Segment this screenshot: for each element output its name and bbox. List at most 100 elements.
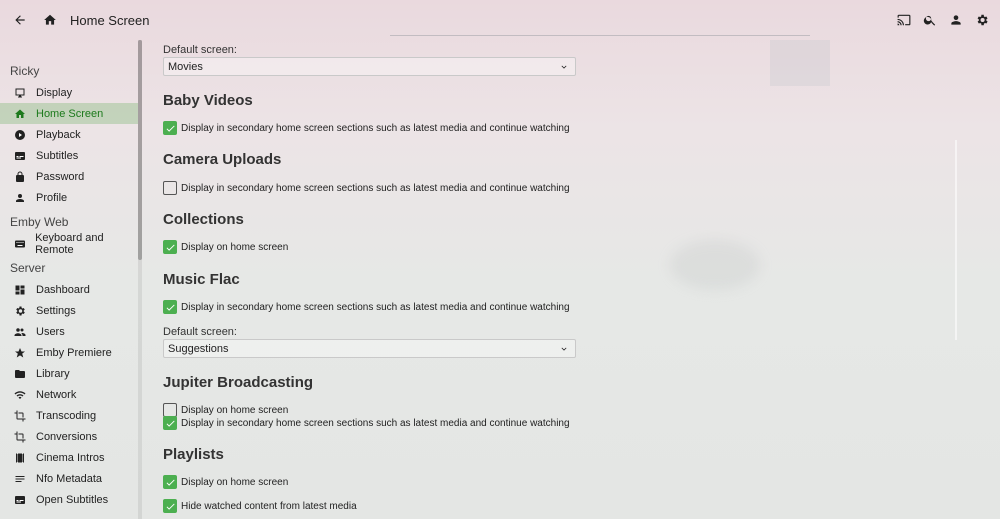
sidebar-item-conversions[interactable]: Conversions	[0, 426, 138, 447]
sidebar-item-label: Transcoding	[36, 409, 97, 422]
sidebar-section-title: Server	[10, 261, 46, 275]
checkbox[interactable]	[163, 499, 177, 513]
film-icon	[13, 451, 27, 465]
play-circle-icon	[13, 128, 27, 142]
sidebar-item-cinema-intros[interactable]: Cinema Intros	[0, 447, 138, 468]
cast-button[interactable]	[892, 8, 916, 32]
back-button[interactable]	[8, 8, 32, 32]
library-title-music-flac: Music Flac	[163, 271, 240, 288]
checkmark-icon	[166, 503, 175, 510]
search-button[interactable]	[918, 8, 942, 32]
checkbox-label: Display in secondary home screen section…	[181, 182, 570, 194]
list-icon	[13, 472, 27, 486]
keyboard-icon	[13, 237, 26, 251]
sidebar: Ricky Display Home Screen Playback Subti…	[0, 40, 138, 519]
sidebar-item-emby-premiere[interactable]: Emby Premiere	[0, 342, 138, 363]
chevron-down-icon	[561, 347, 567, 351]
sidebar-scrollbar-thumb[interactable]	[138, 40, 142, 260]
sidebar-item-label: Emby Premiere	[36, 346, 112, 359]
jupiter-secondary-option: Display in secondary home screen section…	[163, 416, 570, 430]
checkbox-label: Display in secondary home screen section…	[181, 301, 570, 313]
sidebar-item-label: Library	[36, 367, 70, 380]
sidebar-section-title: Emby Web	[10, 215, 69, 229]
sidebar-item-dashboard[interactable]: Dashboard	[0, 279, 138, 300]
sidebar-item-open-subtitles[interactable]: Open Subtitles	[0, 489, 138, 510]
checkbox-label: Display on home screen	[181, 476, 289, 488]
user-icon	[951, 15, 961, 25]
collections-home-option: Display on home screen	[163, 240, 288, 254]
settings-gear-icon	[977, 14, 988, 26]
checkbox-label: Display on home screen	[181, 404, 289, 416]
sidebar-item-label: Playback	[36, 128, 81, 141]
user-button[interactable]	[944, 8, 968, 32]
checkbox[interactable]	[163, 181, 177, 195]
baby-videos-secondary-option: Display in secondary home screen section…	[163, 121, 570, 135]
sidebar-item-playback[interactable]: Playback	[0, 124, 138, 145]
settings-button[interactable]	[970, 8, 994, 32]
checkbox[interactable]	[163, 475, 177, 489]
jupiter-home-option: Display on home screen	[163, 403, 288, 417]
sidebar-item-label: Network	[36, 388, 77, 401]
header-actions	[892, 8, 994, 32]
checkbox[interactable]	[163, 240, 177, 254]
sidebar-item-profile[interactable]: Profile	[0, 187, 138, 208]
sidebar-item-label: Open Subtitles	[36, 493, 109, 506]
crop-icon	[13, 409, 27, 423]
default-screen-select[interactable]: Movies	[163, 57, 576, 76]
arrow-left-icon	[15, 15, 25, 25]
sidebar-item-nfo-metadata[interactable]: Nfo Metadata	[0, 468, 138, 489]
checkmark-icon	[166, 479, 175, 486]
top-bar: Home Screen	[0, 0, 1000, 40]
subtitles-icon	[13, 493, 27, 507]
music-flac-default-screen-label: Default screen:	[163, 326, 237, 338]
star-icon	[13, 346, 27, 360]
sidebar-item-library[interactable]: Library	[0, 363, 138, 384]
library-title-playlists: Playlists	[163, 446, 224, 463]
checkbox[interactable]	[163, 403, 177, 417]
sidebar-item-label: Cinema Intros	[36, 451, 105, 464]
sidebar-item-label: Display	[36, 86, 73, 99]
default-screen-value: Movies	[168, 60, 203, 73]
sidebar-item-label: Conversions	[36, 430, 98, 443]
people-icon	[13, 325, 27, 339]
home-button[interactable]	[38, 8, 62, 32]
sidebar-item-label: Password	[36, 170, 85, 183]
search-icon	[923, 15, 936, 26]
monitor-icon	[13, 86, 27, 100]
sidebar-item-network[interactable]: Network	[0, 384, 138, 405]
page-title: Home Screen	[70, 12, 150, 28]
library-title-collections: Collections	[163, 211, 244, 228]
sidebar-item-users[interactable]: Users	[0, 321, 138, 342]
crop-icon	[13, 430, 27, 444]
sidebar-item-keyboard-remote[interactable]: Keyboard and Remote	[0, 231, 138, 256]
chevron-down-icon	[561, 65, 567, 69]
background-mast	[770, 40, 830, 86]
home-icon	[44, 14, 56, 25]
sidebar-item-label: Profile	[36, 191, 68, 204]
checkmark-icon	[166, 420, 175, 427]
background-blur	[670, 240, 760, 290]
sidebar-item-subtitles[interactable]: Subtitles	[0, 145, 138, 166]
sidebar-item-label: Dashboard	[36, 283, 90, 296]
checkbox-label: Hide watched content from latest media	[181, 500, 357, 512]
subtitles-icon	[13, 149, 27, 163]
sidebar-item-display[interactable]: Display	[0, 82, 138, 103]
checkbox[interactable]	[163, 300, 177, 314]
checkbox-label: Display on home screen	[181, 241, 289, 253]
sidebar-item-settings[interactable]: Settings	[0, 300, 138, 321]
checkmark-icon	[166, 125, 175, 132]
music-flac-default-screen-select[interactable]: Suggestions	[163, 339, 576, 358]
checkbox[interactable]	[163, 121, 177, 135]
sidebar-item-home-screen[interactable]: Home Screen	[0, 103, 138, 124]
default-screen-label: Default screen:	[163, 44, 237, 56]
camera-uploads-secondary-option: Display in secondary home screen section…	[163, 181, 570, 195]
sidebar-item-password[interactable]: Password	[0, 166, 138, 187]
music-flac-default-screen-value: Suggestions	[168, 342, 229, 355]
checkbox[interactable]	[163, 416, 177, 430]
background-edge	[955, 140, 1000, 340]
sidebar-item-label: Settings	[36, 304, 76, 317]
checkbox-label: Display in secondary home screen section…	[181, 417, 570, 429]
sidebar-item-transcoding[interactable]: Transcoding	[0, 405, 138, 426]
sidebar-item-label: Nfo Metadata	[36, 472, 103, 485]
sidebar-item-label: Keyboard and Remote	[35, 231, 104, 256]
